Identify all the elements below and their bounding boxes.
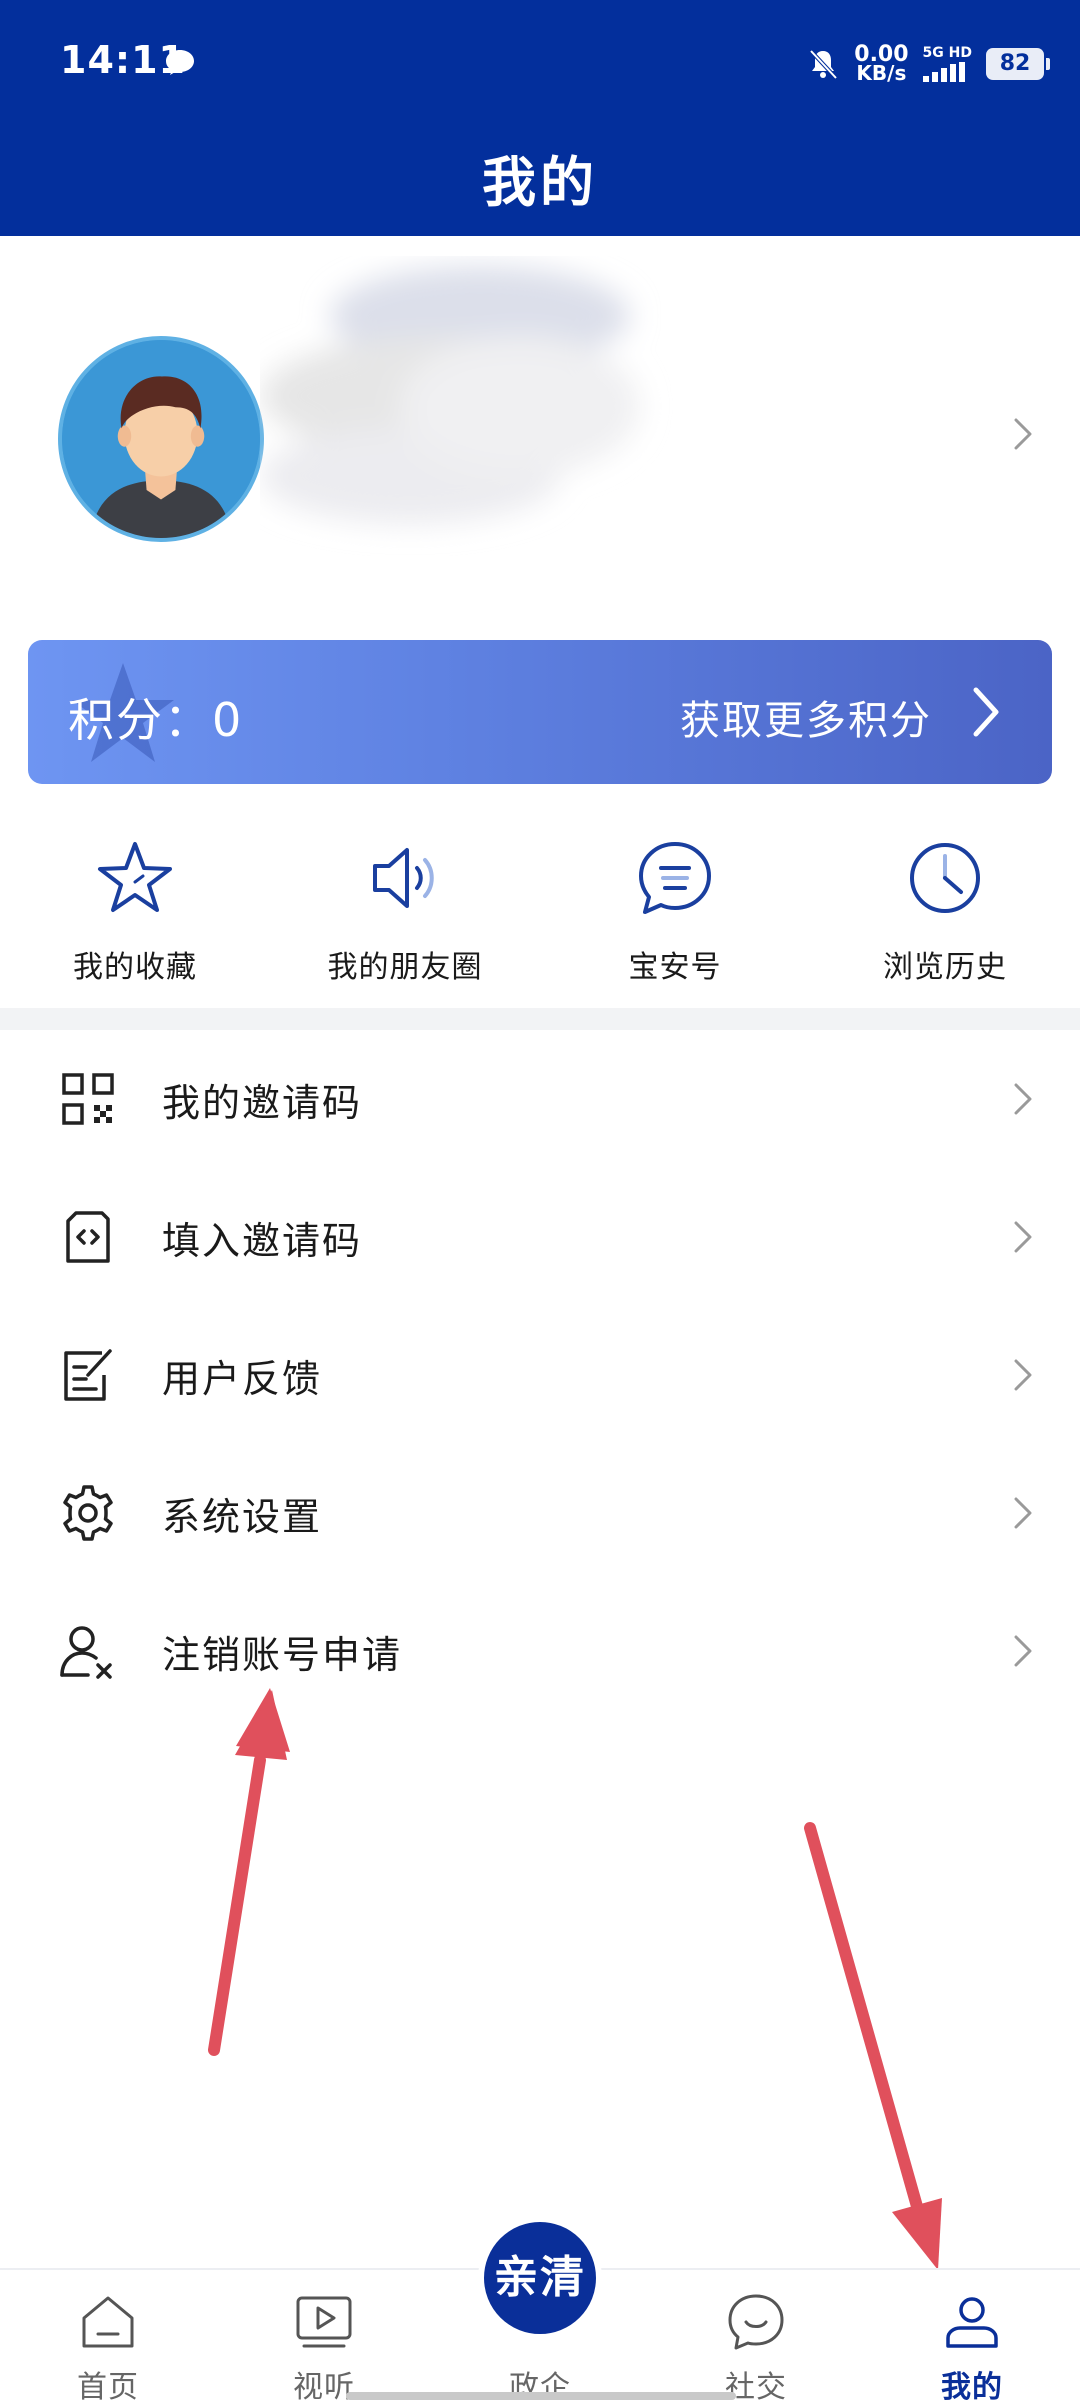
qinqing-logo-button[interactable]: 亲清 <box>478 2216 602 2340</box>
chevron-right-icon <box>1014 1635 1032 1667</box>
user-remove-icon <box>60 1626 112 1679</box>
quick-action-moments[interactable]: 我的朋友圈 <box>270 820 540 1000</box>
app-header: 14:11 0.00 KB/s 5G HD 82 我的 <box>0 0 1080 236</box>
nav-label: 社交 <box>725 2370 787 2405</box>
signal-bars <box>922 62 965 82</box>
quick-action-baoan-account[interactable]: 宝安号 <box>540 820 810 1000</box>
status-right-group: 0.00 KB/s 5G HD 82 <box>806 40 1050 88</box>
network-speed-unit: KB/s <box>856 61 907 85</box>
quick-action-label: 我的朋友圈 <box>327 950 483 985</box>
nav-item-mine[interactable]: 我的 <box>864 2270 1080 2408</box>
chevron-right-icon[interactable] <box>1008 414 1038 454</box>
menu-item-enter-invite-code[interactable]: 填入邀请码 <box>0 1168 1080 1306</box>
profile-card[interactable] <box>0 236 1080 626</box>
get-more-points-link[interactable]: 获取更多积分 <box>680 688 932 746</box>
annotation-arrow-menu <box>208 1688 290 2056</box>
menu-item-my-invite-code[interactable]: 我的邀请码 <box>0 1030 1080 1168</box>
battery-icon: 82 <box>986 48 1050 80</box>
username-obscured <box>260 266 640 524</box>
quick-action-history[interactable]: 浏览历史 <box>810 820 1080 1000</box>
chevron-right-icon <box>1014 1359 1032 1391</box>
nav-item-social[interactable]: 社交 <box>648 2270 864 2408</box>
quick-action-favorites[interactable]: 我的收藏 <box>0 820 270 1000</box>
play-icon <box>296 2296 352 2348</box>
qr-code-icon <box>62 1073 114 1125</box>
code-document-icon <box>66 1211 110 1263</box>
user-icon <box>946 2297 998 2348</box>
menu-item-label: 用户反馈 <box>162 1356 323 1401</box>
clock-icon <box>910 843 980 913</box>
network-speed: 0.00 KB/s <box>854 44 908 85</box>
chevron-right-icon <box>1014 1083 1032 1115</box>
quick-action-label: 浏览历史 <box>883 950 1007 985</box>
home-icon <box>82 2296 134 2348</box>
settings-menu: 我的邀请码 填入邀请码 用户反馈 系统设置 注销账号申请 <box>0 1030 1080 1720</box>
quick-actions: 我的收藏 我的朋友圈 宝安号 浏览历史 <box>0 820 1080 1000</box>
message-circle-icon <box>639 842 711 914</box>
star-icon <box>98 842 172 912</box>
nav-label: 首页 <box>77 2370 139 2405</box>
page-title: 我的 <box>482 151 598 214</box>
chat-bubble-icon <box>166 50 194 75</box>
points-banner[interactable]: 积分：0 获取更多积分 <box>28 640 1052 784</box>
menu-item-label: 填入邀请码 <box>162 1218 363 1263</box>
user-avatar-icon[interactable] <box>58 336 264 542</box>
menu-item-label: 系统设置 <box>162 1494 323 1539</box>
gear-icon <box>63 1485 113 1541</box>
mute-bell-icon <box>809 49 838 80</box>
chat-icon <box>728 2294 784 2350</box>
points-value: 积分：0 <box>68 693 244 747</box>
chevron-right-icon <box>1014 1221 1032 1253</box>
annotation-arrow-nav <box>804 1822 942 2270</box>
nav-item-home[interactable]: 首页 <box>0 2270 216 2408</box>
quick-action-label: 宝安号 <box>628 950 722 985</box>
home-indicator[interactable] <box>346 2392 736 2400</box>
nav-label: 视听 <box>293 2370 355 2405</box>
nav-item-video[interactable]: 视听 <box>216 2270 432 2408</box>
menu-item-label: 注销账号申请 <box>162 1632 403 1677</box>
menu-item-user-feedback[interactable]: 用户反馈 <box>0 1306 1080 1444</box>
chevron-right-icon <box>1014 1497 1032 1529</box>
menu-item-account-cancellation[interactable]: 注销账号申请 <box>0 1582 1080 1720</box>
status-bar: 14:11 0.00 KB/s 5G HD 82 <box>0 0 1080 126</box>
menu-item-label: 我的邀请码 <box>162 1080 363 1125</box>
speaker-icon <box>373 848 434 908</box>
nav-label: 我的 <box>941 2370 1003 2405</box>
section-divider <box>0 1008 1080 1030</box>
feedback-edit-icon <box>64 1349 112 1401</box>
menu-item-system-settings[interactable]: 系统设置 <box>0 1444 1080 1582</box>
signal-icon: 5G HD <box>922 45 972 82</box>
quick-action-label: 我的收藏 <box>73 950 197 985</box>
network-label: 5G HD <box>922 45 972 61</box>
chevron-right-icon[interactable] <box>968 684 1004 740</box>
